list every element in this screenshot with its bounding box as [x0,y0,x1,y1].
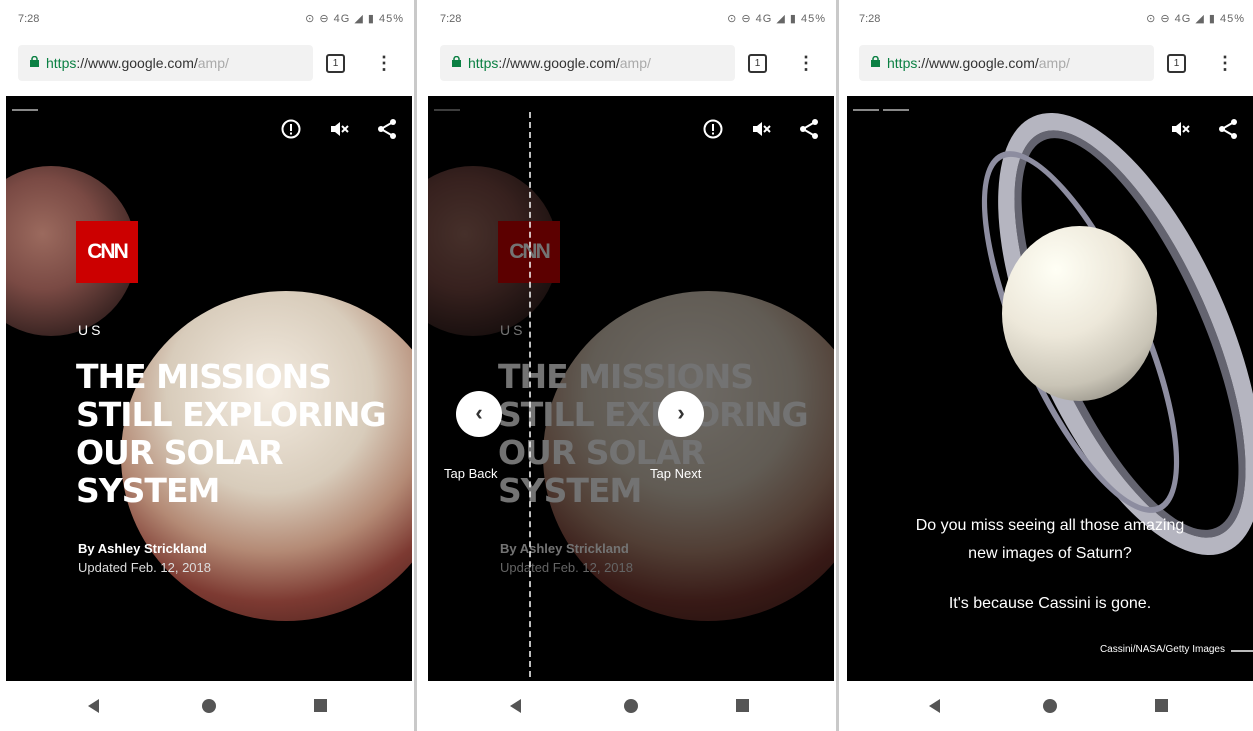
story-controls [1169,118,1239,140]
saturn-image [1002,226,1157,401]
lock-icon [452,56,461,67]
back-nav-icon[interactable] [929,699,940,713]
phone-screen-cover: 7:28 ⊙ ⊖ 4G ◢ ▮ 45% https://www.google.c… [6,0,412,731]
story-page-cover[interactable]: CNN US THE MISSIONS STILL EXPLORING OUR … [6,96,412,681]
story-updated-date: Updated Feb. 12, 2018 [78,560,211,575]
status-icons: ⊙ ⊖ 4G ◢ ▮ 45% [727,13,826,25]
story-progress [853,98,913,111]
story-headline: THE MISSIONS STILL EXPLORING OUR SOLAR S… [76,357,387,510]
share-icon[interactable] [1217,118,1239,140]
url-text[interactable]: https://www.google.com/amp/ [887,55,1070,71]
tap-back-button[interactable]: ‹ [456,391,502,437]
home-nav-icon[interactable] [624,699,638,713]
credit-line [1231,650,1253,652]
kebab-menu-icon[interactable]: ⋮ [374,52,394,74]
panel-divider [836,0,839,731]
url-text[interactable]: https://www.google.com/amp/ [46,55,229,71]
phone-screen-tap-hint: 7:28 ⊙ ⊖ 4G ◢ ▮ 45% https://www.google.c… [428,0,834,731]
status-time: 7:28 [440,13,462,25]
android-nav-bar [6,681,412,731]
address-bar[interactable]: https://www.google.com/amp/ [18,45,313,81]
url-text[interactable]: https://www.google.com/amp/ [468,55,651,71]
share-icon[interactable] [798,118,820,140]
status-icons: ⊙ ⊖ 4G ◢ ▮ 45% [305,13,404,25]
info-icon[interactable] [702,118,724,140]
recents-nav-icon[interactable] [314,699,327,712]
image-credit: Cassini/NASA/Getty Images [1099,644,1225,655]
kebab-menu-icon[interactable]: ⋮ [796,52,816,74]
lock-icon [30,56,39,67]
saturn-caption-line2: new images of Saturn? [968,545,1132,562]
address-bar[interactable]: https://www.google.com/amp/ [859,45,1154,81]
story-progress [12,98,42,111]
cnn-logo: CNN [76,221,138,283]
dim-overlay [428,96,834,681]
tap-back-label: Tap Back [444,466,498,481]
story-section: US [78,322,104,338]
status-time: 7:28 [859,13,881,25]
mute-icon[interactable] [1169,118,1191,140]
android-nav-bar [847,681,1253,731]
kebab-menu-icon[interactable]: ⋮ [1215,52,1235,74]
share-icon[interactable] [376,118,398,140]
tab-switcher-button[interactable]: 1 [326,54,345,73]
mute-icon[interactable] [328,118,350,140]
status-bar: 7:28 ⊙ ⊖ 4G ◢ ▮ 45% [6,0,412,38]
android-nav-bar [428,681,834,731]
tap-zone-divider [529,112,531,677]
info-icon[interactable] [280,118,302,140]
story-byline: By Ashley Strickland [78,541,207,556]
home-nav-icon[interactable] [202,699,216,713]
panel-divider [414,0,417,731]
saturn-caption-line1: Do you miss seeing all those amazing [915,517,1185,534]
tab-switcher-button[interactable]: 1 [748,54,767,73]
recents-nav-icon[interactable] [736,699,749,712]
story-controls [702,118,820,140]
lock-icon [871,56,880,67]
phone-screen-saturn: 7:28 ⊙ ⊖ 4G ◢ ▮ 45% https://www.google.c… [847,0,1253,731]
home-nav-icon[interactable] [1043,699,1057,713]
recents-nav-icon[interactable] [1155,699,1168,712]
status-icons: ⊙ ⊖ 4G ◢ ▮ 45% [1146,13,1245,25]
tab-switcher-button[interactable]: 1 [1167,54,1186,73]
back-nav-icon[interactable] [510,699,521,713]
address-bar[interactable]: https://www.google.com/amp/ [440,45,735,81]
story-page-cover-dimmed[interactable]: CNN US THE MISSIONS STILL EXPLORING OUR … [428,96,834,681]
story-page-saturn[interactable]: Do you miss seeing all those amazing new… [847,96,1253,681]
saturn-caption-line3: It's because Cassini is gone. [948,595,1152,612]
back-nav-icon[interactable] [88,699,99,713]
status-bar: 7:28 ⊙ ⊖ 4G ◢ ▮ 45% [428,0,834,38]
tap-next-button[interactable]: › [658,391,704,437]
status-time: 7:28 [18,13,40,25]
mute-icon[interactable] [750,118,772,140]
tap-next-label: Tap Next [650,466,702,481]
story-controls [280,118,398,140]
status-bar: 7:28 ⊙ ⊖ 4G ◢ ▮ 45% [847,0,1253,38]
